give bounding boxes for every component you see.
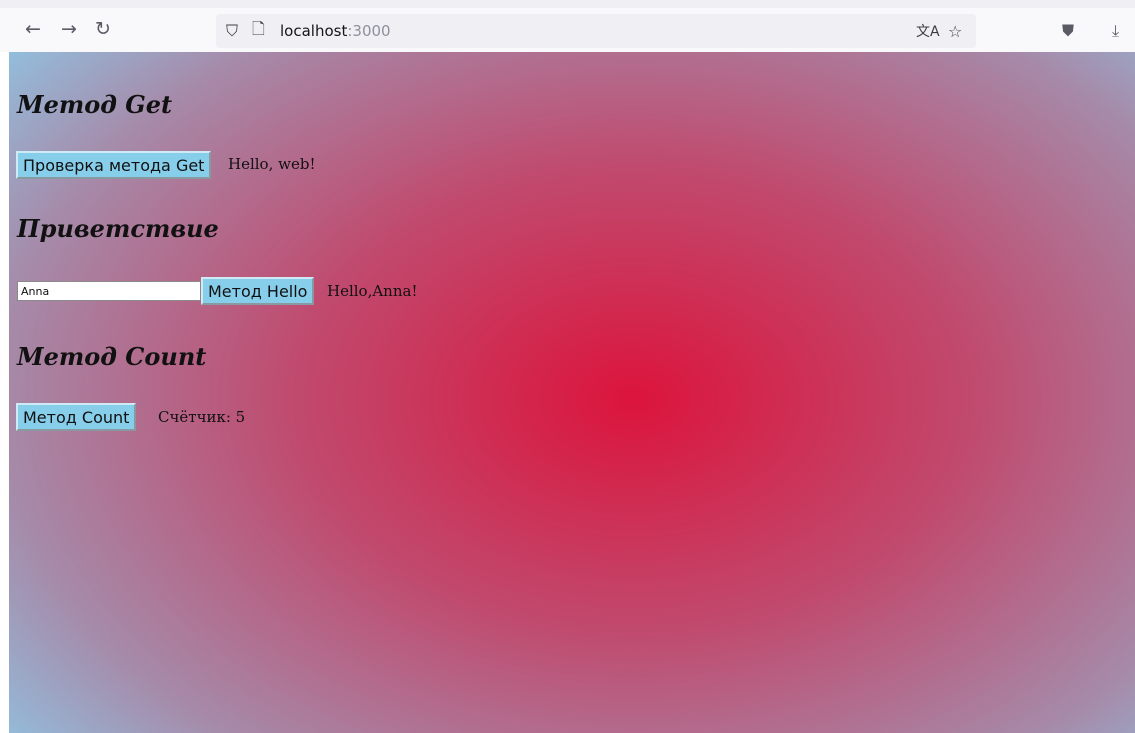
url-bar[interactable]: ⛉ 🗋 localhost:3000 文A ☆ [216,14,976,48]
name-input[interactable] [17,281,201,301]
translate-icon[interactable]: 文A [916,14,940,48]
tab-strip [0,0,1135,8]
count-result-text: Счётчик: 5 [158,408,246,426]
hello-button[interactable]: Метод Hello [201,277,315,305]
check-get-button[interactable]: Проверка метода Get [16,151,212,179]
tracking-protection-icon[interactable]: ⛉ [226,14,238,48]
url-host: localhost [280,22,348,40]
count-section-heading: Метод Count [17,342,207,371]
browser-window: ← → ↻ ⛉ 🗋 localhost:3000 文A ☆ ⛊ ⤓ Метод … [0,0,1135,733]
bookmark-star-icon[interactable]: ☆ [948,14,962,48]
back-icon[interactable]: ← [20,16,46,42]
reload-icon[interactable]: ↻ [90,16,116,42]
get-result-text: Hello, web! [228,155,316,173]
url-text[interactable]: localhost:3000 [280,14,391,48]
count-button[interactable]: Метод Count [16,403,137,431]
get-section-heading: Метод Get [17,90,173,119]
pocket-icon[interactable]: ⛊ [1062,14,1074,48]
browser-toolbar: ← → ↻ ⛉ 🗋 localhost:3000 文A ☆ ⛊ ⤓ [0,0,1135,52]
download-icon[interactable]: ⤓ [1112,14,1119,48]
hello-result-text: Hello,Anna! [327,282,418,300]
page-viewport: Метод Get Проверка метода Get Hello, web… [9,52,1135,733]
forward-icon[interactable]: → [56,16,82,42]
url-port: :3000 [347,22,391,40]
hello-section-heading: Приветствие [17,214,219,243]
page-info-icon[interactable]: 🗋 [252,14,265,48]
